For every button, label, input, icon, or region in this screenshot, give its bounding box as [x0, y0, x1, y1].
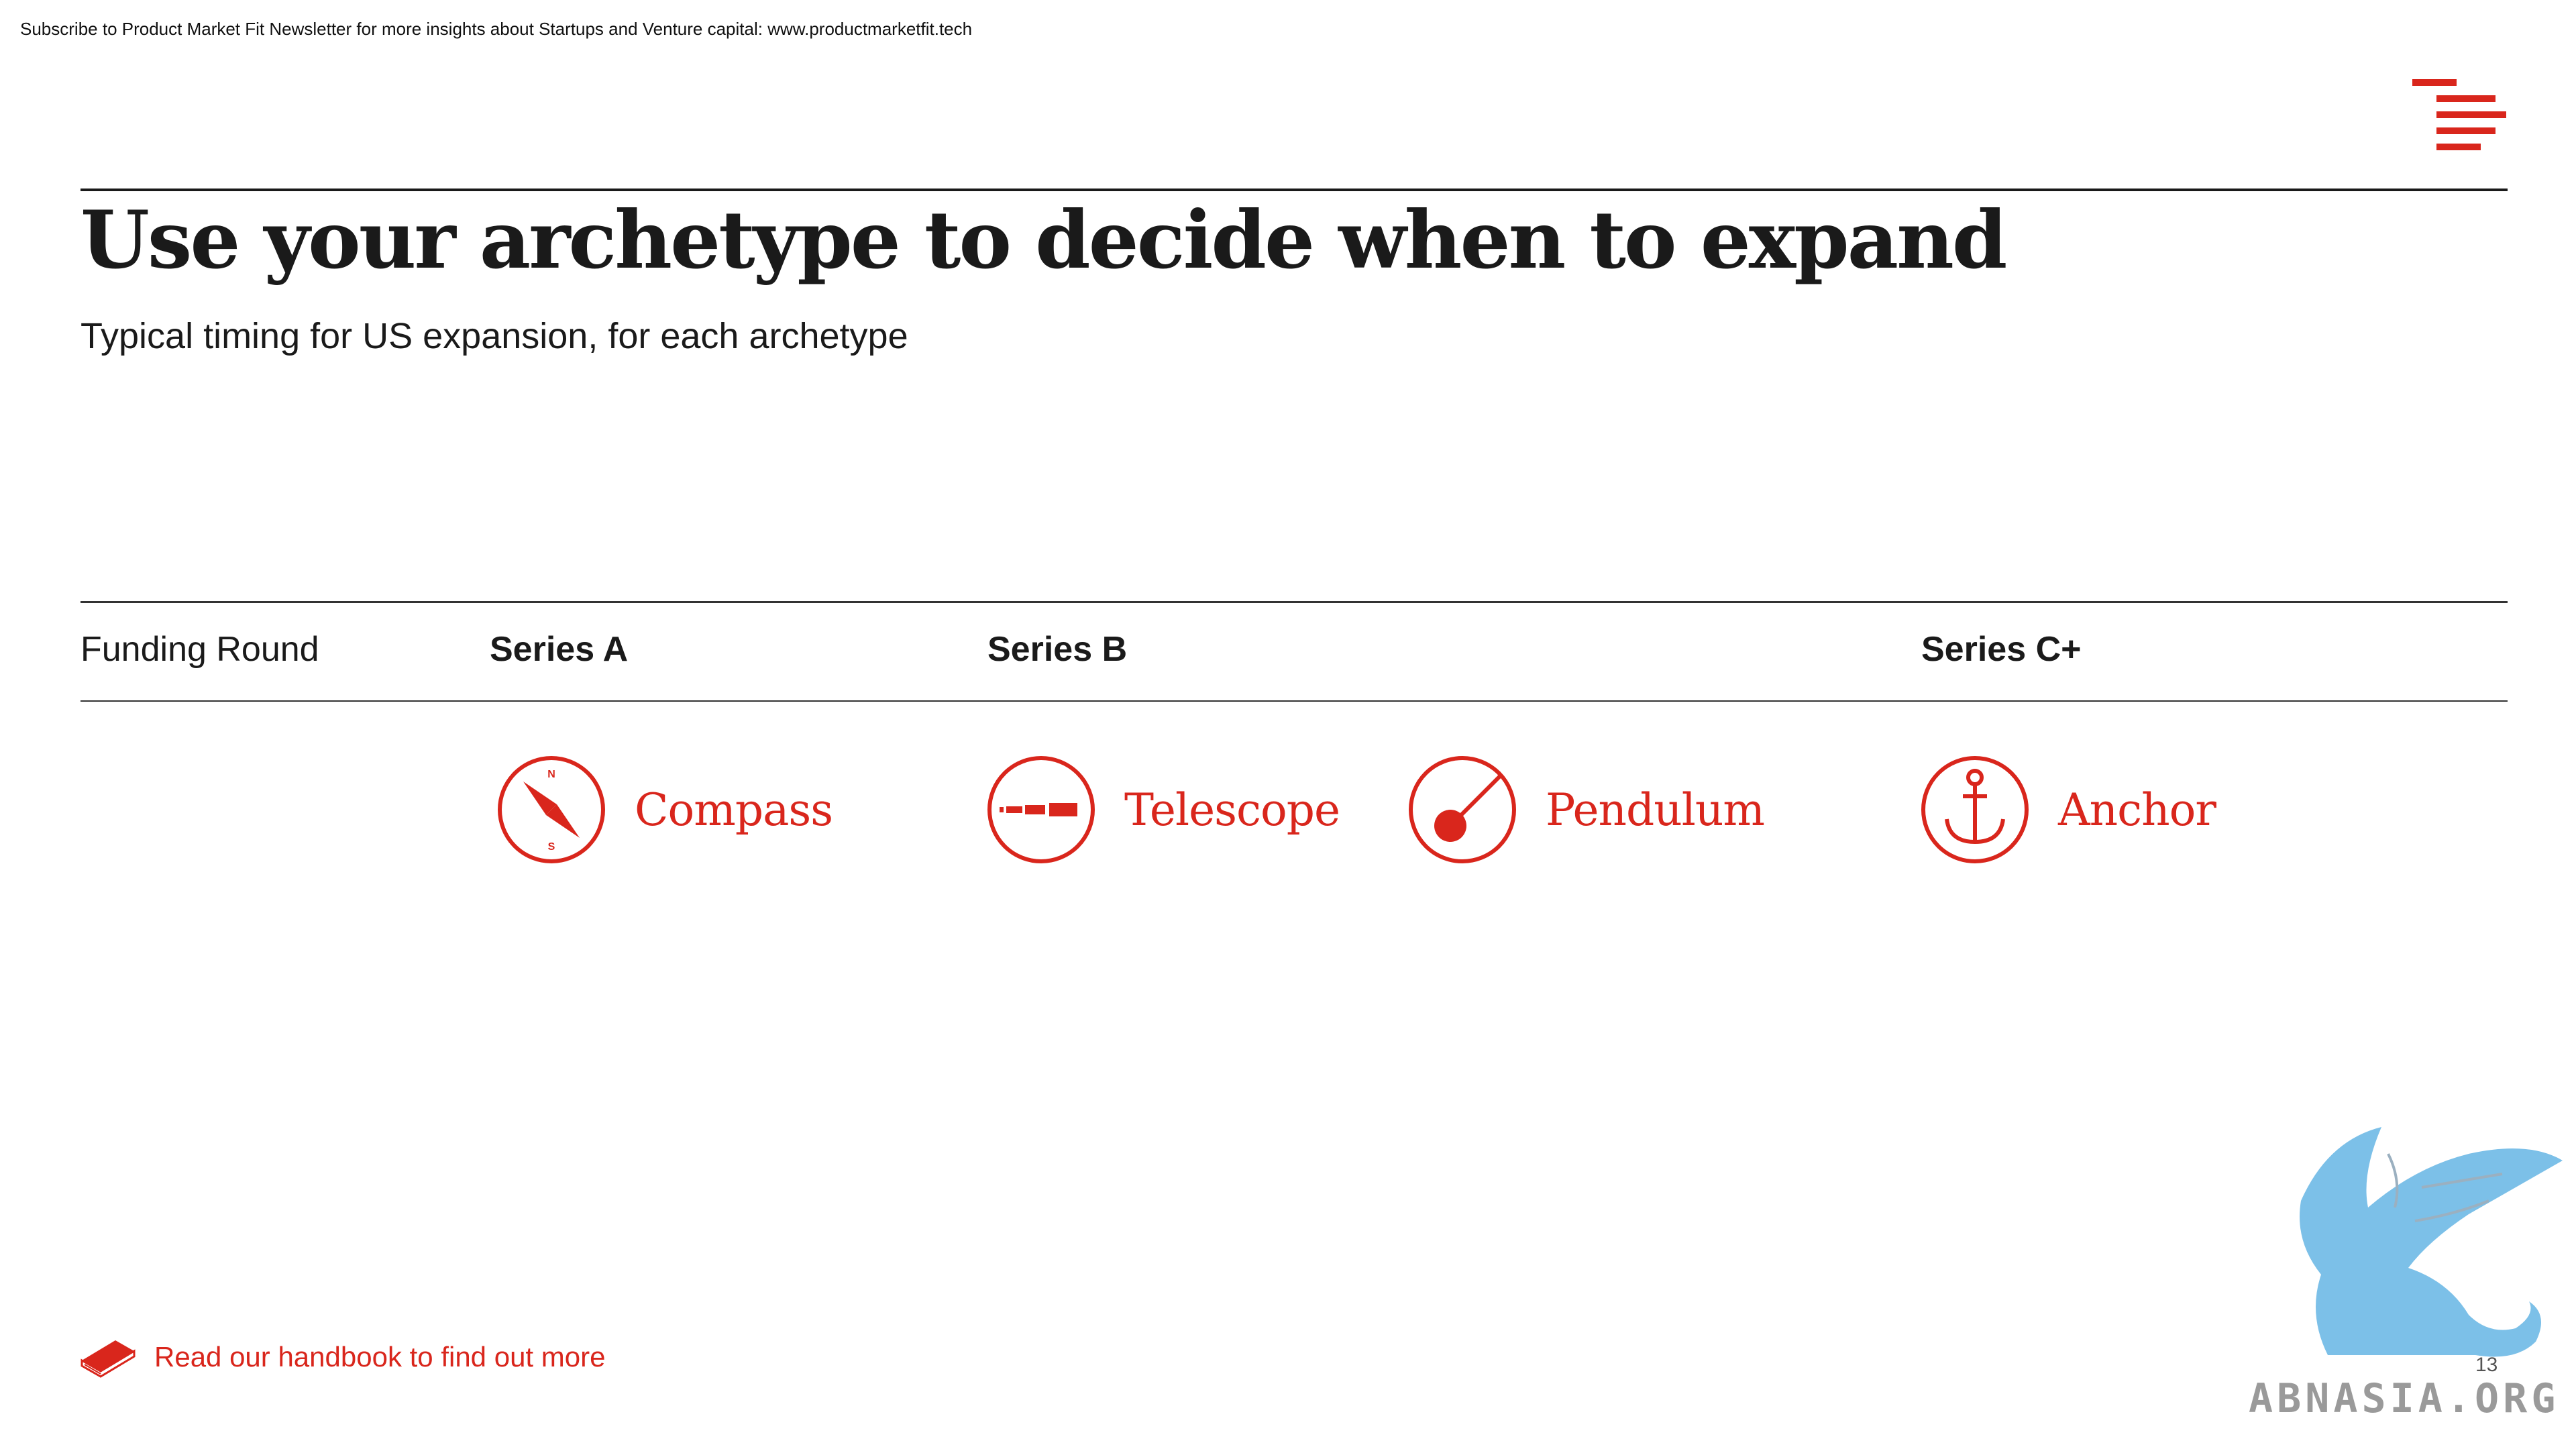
book-icon: [80, 1340, 136, 1378]
page-subtitle: Typical timing for US expansion, for eac…: [80, 316, 908, 356]
archetype-compass: N S Compass: [496, 755, 833, 865]
archetype-anchor: Anchor: [1920, 755, 2216, 865]
compass-south-label: S: [548, 841, 555, 853]
table-top-rule: [80, 601, 2508, 603]
round-series-b: Series B: [987, 630, 1128, 669]
griffin-icon: [2300, 1127, 2563, 1357]
stacked-red-bars-logo: [2412, 79, 2506, 150]
anchor-icon: [1921, 756, 2029, 863]
telescope-icon: [987, 756, 1095, 863]
handbook-link-text[interactable]: Read our handbook to find out more: [154, 1341, 605, 1373]
pendulum-icon: [1409, 756, 1516, 863]
archetype-pendulum-label: Pendulum: [1546, 784, 1765, 836]
compass-icon: N S: [498, 756, 605, 863]
archetype-pendulum: Pendulum: [1407, 755, 1765, 865]
archetype-telescope-label: Telescope: [1124, 784, 1340, 836]
page-title: Use your archetype to decide when to exp…: [80, 193, 2007, 286]
archetype-telescope: Telescope: [986, 755, 1340, 865]
newsletter-banner: Subscribe to Product Market Fit Newslett…: [20, 19, 973, 39]
round-series-a: Series A: [490, 630, 629, 669]
funding-round-header: Funding Round: [80, 630, 319, 669]
title-top-rule: [80, 189, 2508, 191]
page-number: 13: [2475, 1354, 2498, 1376]
handbook-link[interactable]: Read our handbook to find out more: [80, 1335, 605, 1379]
compass-north-label: N: [547, 769, 555, 780]
table-header-rule: [80, 700, 2508, 702]
archetype-anchor-label: Anchor: [2058, 784, 2216, 836]
round-series-c-plus: Series C+: [1921, 630, 2082, 669]
watermark-text: ABNASIA.ORG: [2249, 1375, 2560, 1422]
archetype-compass-label: Compass: [635, 784, 833, 836]
